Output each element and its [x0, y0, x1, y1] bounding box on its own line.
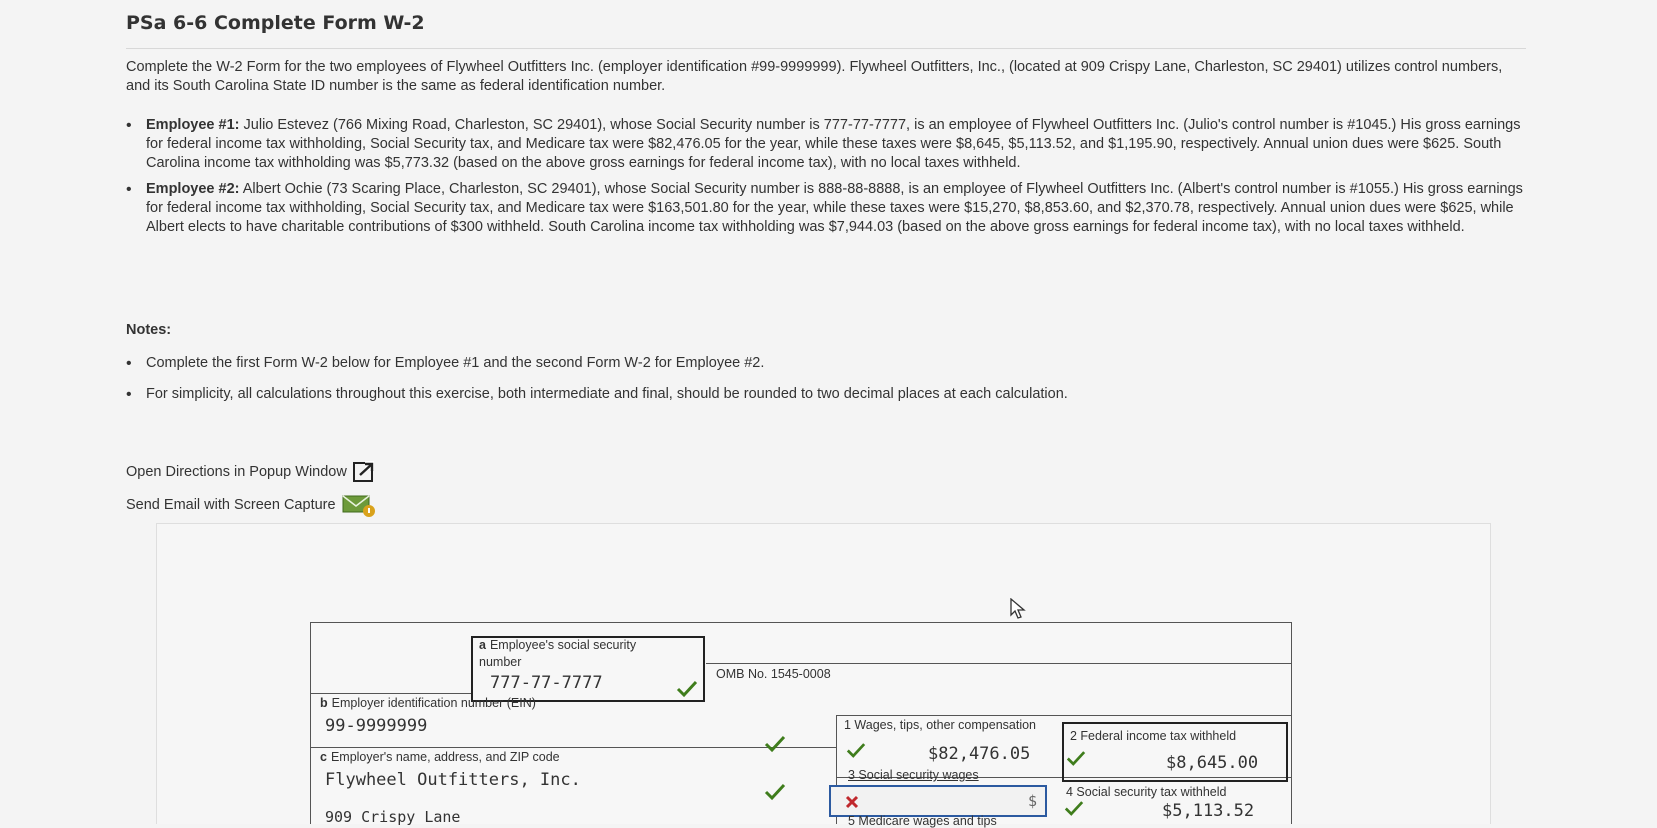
form-divider	[311, 693, 471, 694]
employee-label: Employee #2:	[146, 181, 240, 197]
wages-input[interactable]: $82,476.05	[928, 744, 1030, 764]
page: PSa 6-6 Complete Form W-2 Complete the W…	[0, 0, 1657, 828]
employee-item: Employee #1: Julio Estevez (766 Mixing R…	[126, 116, 1526, 173]
employer-name-label: c Employer's name, address, and ZIP code	[320, 750, 560, 764]
note-item: Complete the first Form W-2 below for Em…	[126, 354, 1526, 373]
omb-number: OMB No. 1545-0008	[716, 667, 831, 681]
cross-icon	[845, 795, 859, 809]
field-label-text: Employee's social security	[489, 638, 637, 652]
field-letter: a	[479, 638, 486, 652]
employee-ssn-label: a Employee's social security	[479, 638, 636, 652]
ss-tax-input[interactable]: $5,113.52	[1162, 801, 1254, 821]
note-item: For simplicity, all calculations through…	[126, 385, 1526, 404]
check-icon	[846, 743, 866, 758]
employee-text: Julio Estevez (766 Mixing Road, Charlest…	[146, 117, 1521, 171]
ein-label: b Employer identification number (EIN)	[320, 696, 536, 710]
form-divider	[706, 663, 1292, 664]
intro-paragraph: Complete the W-2 Form for the two employ…	[126, 59, 1503, 94]
federal-tax-label: 2 Federal income tax withheld	[1070, 729, 1237, 743]
ss-wages-input[interactable]: $	[829, 785, 1047, 817]
employer-name-input[interactable]: Flywheel Outfitters, Inc.	[325, 770, 581, 790]
form-divider	[836, 715, 1292, 716]
employee-list: Employee #1: Julio Estevez (766 Mixing R…	[126, 116, 1526, 244]
open-directions-label: Open Directions in Popup Window	[126, 464, 347, 480]
ss-tax-label: 4 Social security tax withheld	[1066, 785, 1227, 799]
field-letter: c	[320, 750, 327, 764]
medicare-wages-label: 5 Medicare wages and tips	[848, 814, 997, 828]
federal-tax-input[interactable]: $8,645.00	[1166, 753, 1258, 773]
wages-label: 1 Wages, tips, other compensation	[844, 718, 1036, 732]
ein-input[interactable]: 99-9999999	[325, 716, 427, 736]
check-icon	[1066, 751, 1086, 766]
check-icon	[1064, 801, 1084, 816]
check-icon	[764, 783, 786, 801]
email-icon	[342, 494, 375, 517]
notes-list: Complete the first Form W-2 below for Em…	[126, 354, 1526, 416]
field-label-text: Employer's name, address, and ZIP code	[330, 750, 560, 764]
page-title: PSa 6-6 Complete Form W-2	[126, 12, 425, 34]
check-icon	[676, 680, 698, 698]
notes-heading: Notes:	[126, 322, 172, 338]
employee-text: Albert Ochie (73 Scaring Place, Charlest…	[146, 181, 1523, 235]
send-email-label: Send Email with Screen Capture	[126, 497, 336, 513]
ss-wages-value: $	[1027, 792, 1037, 810]
field-label-text: Employer identification number (EIN)	[331, 696, 536, 710]
check-icon	[764, 735, 786, 753]
employee-ssn-label-2: number	[479, 655, 522, 669]
popup-window-icon	[352, 461, 374, 482]
title-divider	[126, 48, 1526, 49]
send-email-link[interactable]: Send Email with Screen Capture	[126, 494, 375, 517]
employee-label: Employee #1:	[146, 117, 240, 133]
open-directions-link[interactable]: Open Directions in Popup Window	[126, 461, 374, 482]
employee-item: Employee #2: Albert Ochie (73 Scaring Pl…	[126, 180, 1526, 237]
form-divider	[311, 747, 836, 748]
ss-wages-label: 3 Social security wages	[848, 768, 979, 782]
employer-address-input[interactable]: 909 Crispy Lane	[325, 808, 460, 826]
employee-ssn-input[interactable]: 777-77-7777	[490, 673, 603, 693]
mouse-cursor-icon	[1010, 598, 1026, 619]
field-letter: b	[320, 696, 328, 710]
